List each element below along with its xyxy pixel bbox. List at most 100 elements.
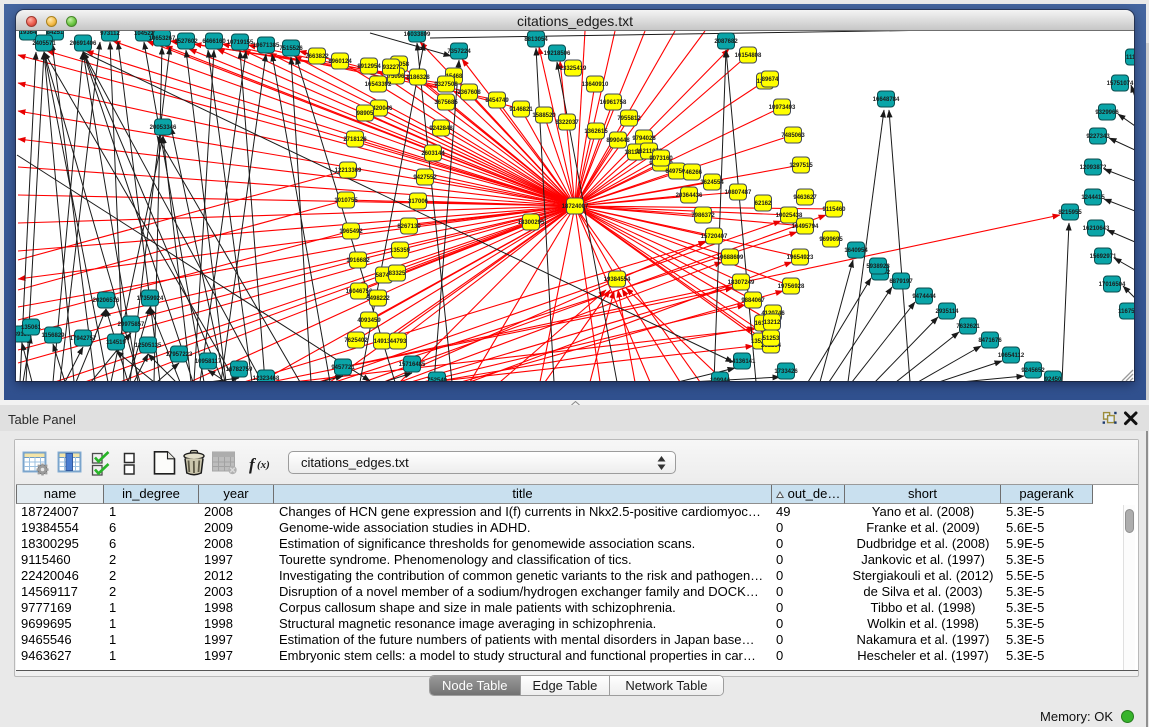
svg-text:15692971: 15692971 <box>1090 254 1117 260</box>
svg-text:2367608: 2367608 <box>457 90 481 96</box>
svg-text:5938923: 5938923 <box>866 264 890 270</box>
svg-text:8813054: 8813054 <box>524 37 548 43</box>
svg-text:10719155: 10719155 <box>227 40 254 46</box>
svg-text:9146821: 9146821 <box>509 107 533 113</box>
svg-text:17942757: 17942757 <box>70 336 97 342</box>
svg-text:8186328: 8186328 <box>406 75 430 81</box>
svg-text:752540: 752540 <box>427 378 448 381</box>
svg-text:9457721: 9457721 <box>331 365 355 371</box>
svg-text:16495794: 16495794 <box>792 224 819 230</box>
svg-text:13325419: 13325419 <box>560 66 587 72</box>
svg-text:9794028: 9794028 <box>632 136 656 142</box>
svg-text:12323468: 12323468 <box>253 376 280 381</box>
svg-text:7986372: 7986372 <box>691 213 715 219</box>
svg-text:1156829: 1156829 <box>41 333 65 339</box>
svg-text:18724007: 18724007 <box>562 204 589 210</box>
svg-text:10654112: 10654112 <box>998 353 1025 359</box>
svg-text:9474444: 9474444 <box>912 294 936 300</box>
svg-text:1965492: 1965492 <box>339 229 363 235</box>
svg-text:19364: 19364 <box>20 31 37 36</box>
svg-text:1362615: 1362615 <box>584 129 608 135</box>
svg-text:7357224: 7357224 <box>447 49 471 55</box>
svg-text:20364436: 20364436 <box>676 193 703 199</box>
svg-text:20053346: 20053346 <box>150 125 177 131</box>
svg-text:16046756: 16046756 <box>346 289 373 295</box>
svg-text:15720407: 15720407 <box>701 234 728 240</box>
svg-text:18300295: 18300295 <box>518 220 545 226</box>
svg-text:10958117: 10958117 <box>195 359 222 365</box>
svg-text:16961758: 16961758 <box>600 100 627 106</box>
svg-text:1733426: 1733426 <box>774 369 798 375</box>
svg-text:135359: 135359 <box>390 248 411 254</box>
svg-text:2405571: 2405571 <box>32 41 56 47</box>
svg-text:92450: 92450 <box>1045 377 1062 381</box>
svg-text:8267130: 8267130 <box>397 224 421 230</box>
svg-text:7663822: 7663822 <box>305 54 329 60</box>
svg-text:44793: 44793 <box>390 339 407 345</box>
svg-text:9242848: 9242848 <box>429 126 453 132</box>
svg-text:9884067: 9884067 <box>741 298 765 304</box>
svg-text:2603144: 2603144 <box>421 151 445 157</box>
svg-text:8454749: 8454749 <box>485 98 509 104</box>
svg-text:317006: 317006 <box>408 199 429 205</box>
svg-text:9115460: 9115460 <box>822 207 846 213</box>
svg-text:51253: 51253 <box>763 336 780 342</box>
svg-text:1916682: 1916682 <box>346 258 370 264</box>
svg-text:20206516: 20206516 <box>93 298 120 304</box>
svg-text:16782759: 16782759 <box>226 367 253 373</box>
svg-text:17016504: 17016504 <box>1099 282 1126 288</box>
svg-text:15751074: 15751074 <box>1107 81 1134 87</box>
svg-text:19756928: 19756928 <box>778 284 805 290</box>
svg-text:9329966: 9329966 <box>1095 110 1119 116</box>
svg-text:16154808: 16154808 <box>735 53 762 59</box>
svg-text:19218506: 19218506 <box>544 51 571 57</box>
svg-text:8960124: 8960124 <box>328 59 352 65</box>
svg-text:6879197: 6879197 <box>889 279 913 285</box>
svg-text:18307249: 18307249 <box>728 280 755 286</box>
svg-text:2935114: 2935114 <box>935 309 959 315</box>
svg-text:7632621: 7632621 <box>956 324 980 330</box>
svg-text:973112: 973112 <box>100 31 120 37</box>
svg-text:16033809: 16033809 <box>404 32 431 38</box>
svg-text:10807487: 10807487 <box>725 190 752 196</box>
svg-text:116753: 116753 <box>1118 309 1134 315</box>
svg-text:19654923: 19654923 <box>787 255 814 261</box>
svg-text:9327508: 9327508 <box>434 82 458 88</box>
svg-text:9699695: 9699695 <box>819 237 843 243</box>
svg-text:11124: 11124 <box>1126 55 1134 61</box>
svg-text:3624554: 3624554 <box>700 180 724 186</box>
svg-text:12213369: 12213369 <box>335 168 362 174</box>
svg-text:14136141: 14136141 <box>729 359 756 365</box>
svg-text:8215955: 8215955 <box>1058 210 1082 216</box>
svg-text:8990448: 8990448 <box>606 138 630 144</box>
svg-text:13212: 13212 <box>764 320 781 326</box>
svg-text:8322037: 8322037 <box>555 120 579 126</box>
svg-text:20975857: 20975857 <box>118 322 145 328</box>
svg-text:19384554: 19384554 <box>604 277 631 283</box>
svg-text:(x): (x) <box>257 459 270 471</box>
svg-text:1244415: 1244415 <box>1081 195 1105 201</box>
svg-text:10671385: 10671385 <box>253 43 280 49</box>
svg-text:f: f <box>249 455 257 474</box>
svg-text:8471676: 8471676 <box>978 338 1002 344</box>
svg-text:20691406: 20691406 <box>70 41 97 47</box>
svg-text:9073160: 9073160 <box>649 156 673 162</box>
svg-text:1640954: 1640954 <box>844 248 868 254</box>
svg-text:7625402: 7625402 <box>344 338 368 344</box>
svg-text:8912954: 8912954 <box>357 64 381 70</box>
svg-text:10688609: 10688609 <box>717 255 744 261</box>
svg-text:16543392: 16543392 <box>365 82 392 88</box>
svg-text:62162: 62162 <box>755 201 772 207</box>
svg-text:5498222: 5498222 <box>366 296 390 302</box>
svg-text:12505135: 12505135 <box>135 343 162 349</box>
svg-text:98905: 98905 <box>357 111 374 117</box>
svg-text:17359924: 17359924 <box>137 296 164 302</box>
svg-text:17957223: 17957223 <box>166 352 193 358</box>
svg-text:6466160: 6466160 <box>202 39 226 45</box>
svg-text:9463627: 9463627 <box>793 195 817 201</box>
svg-text:16648784: 16648784 <box>873 97 900 103</box>
svg-text:10653267: 10653267 <box>149 36 176 42</box>
svg-text:9427552: 9427552 <box>413 175 437 181</box>
svg-text:1588520: 1588520 <box>532 113 556 119</box>
svg-text:1297515: 1297515 <box>789 163 813 169</box>
